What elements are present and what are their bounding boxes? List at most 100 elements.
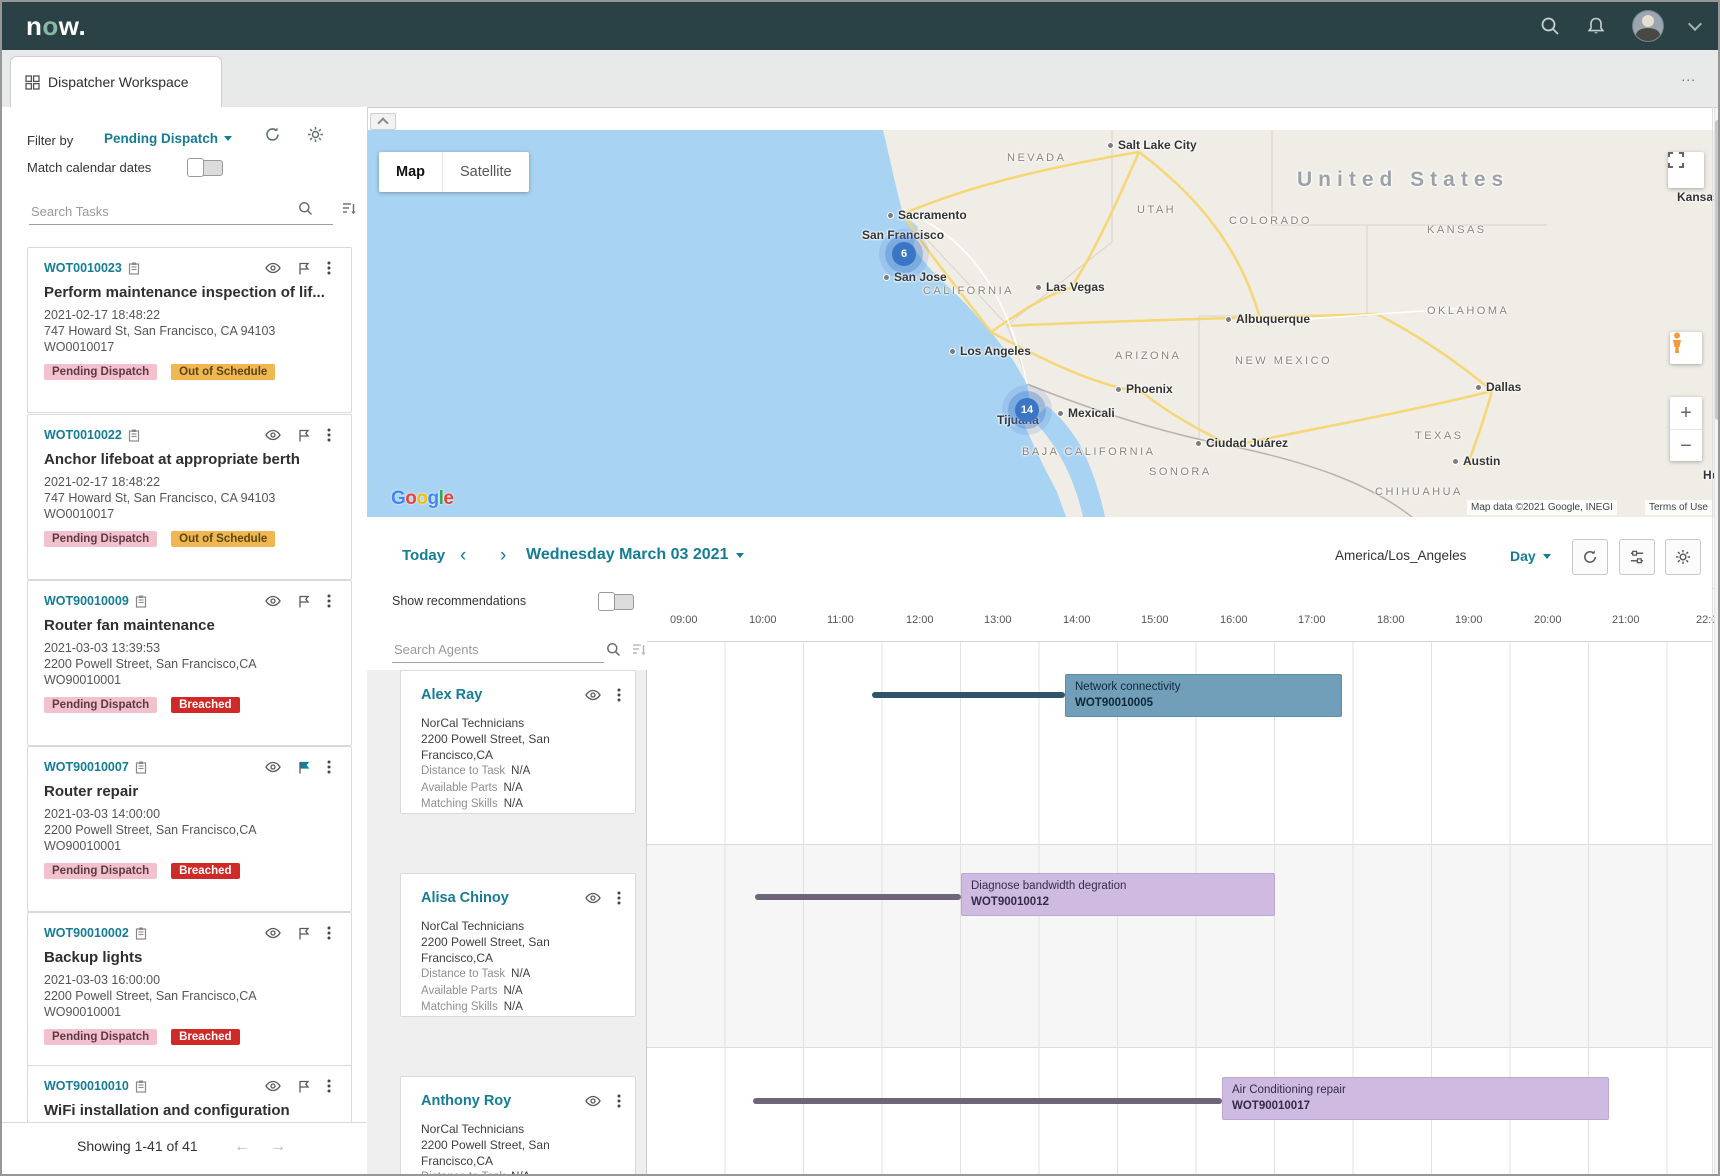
task-number-link[interactable]: WOT0010022 [44, 428, 122, 442]
agent-name-link[interactable]: Anthony Roy [421, 1093, 511, 1109]
map-label: TEXAS [1415, 430, 1464, 442]
preview-eye-icon[interactable] [585, 1095, 601, 1107]
search-icon[interactable] [1540, 16, 1560, 36]
terms-of-use-link[interactable]: Terms of Use [1645, 500, 1712, 515]
chevron-down-icon [1543, 554, 1551, 559]
notifications-bell-icon[interactable] [1586, 16, 1606, 36]
pagination-prev-icon[interactable]: ← [234, 1138, 250, 1156]
city-dot-icon [887, 212, 894, 219]
map-label: KANSAS [1427, 224, 1487, 236]
agent-field-label: Distance to Task [421, 763, 505, 780]
map-label: Dallas [1475, 380, 1521, 394]
collapse-map-chevron-icon[interactable] [370, 113, 396, 130]
kebab-menu-icon[interactable] [617, 688, 621, 702]
map-canvas[interactable]: Salt Lake City NEVADA UTAH COLORADO KANS… [367, 130, 1714, 517]
task-card[interactable]: WOT90010002 [27, 912, 352, 1078]
gear-button[interactable] [1665, 539, 1701, 575]
today-button[interactable]: Today [402, 547, 445, 564]
kebab-menu-icon[interactable] [617, 1094, 621, 1108]
fullscreen-button[interactable] [1668, 152, 1704, 188]
schedule-settings-button[interactable] [1619, 539, 1655, 575]
map-button[interactable]: Map [379, 152, 442, 192]
agent-organization: NorCal Technicians [421, 1121, 621, 1137]
prev-day-chevron-icon[interactable]: ‹ [460, 545, 466, 567]
search-agents-input[interactable] [392, 636, 604, 663]
task-card[interactable]: WOT0010022 [27, 414, 352, 580]
kebab-menu-icon[interactable] [327, 760, 331, 774]
tab-more-button[interactable]: ... [1681, 68, 1696, 84]
pagination-next-icon[interactable]: → [270, 1138, 286, 1156]
fullscreen-icon [1668, 152, 1684, 168]
task-number-link[interactable]: WOT90010002 [44, 926, 129, 940]
task-bar[interactable]: Air Conditioning repair WOT90010017 [1222, 1077, 1609, 1120]
vertical-scrollbar-thumb[interactable] [1715, 120, 1720, 420]
task-number-link[interactable]: WOT90010007 [44, 760, 129, 774]
task-number-link[interactable]: WOT90010010 [44, 1079, 129, 1093]
agent-name-link[interactable]: Alisa Chinoy [421, 890, 509, 906]
preview-eye-icon[interactable] [265, 429, 281, 441]
preview-eye-icon[interactable] [585, 689, 601, 701]
task-address: 2200 Powell Street, San Francisco,CA [44, 988, 335, 1004]
flag-icon[interactable] [298, 761, 310, 774]
status-badge: Pending Dispatch [44, 697, 157, 713]
task-card[interactable]: WOT0010023 [27, 247, 352, 413]
flag-icon[interactable] [298, 595, 310, 608]
show-recommendations-toggle[interactable] [598, 594, 634, 610]
zoom-in-button[interactable]: + [1670, 397, 1702, 429]
task-address: 2200 Powell Street, San Francisco,CA [44, 656, 335, 672]
user-avatar[interactable] [1632, 10, 1664, 42]
task-number-link[interactable]: WOT90010009 [44, 594, 129, 608]
refresh-schedule-button[interactable] [1572, 539, 1608, 575]
satellite-button[interactable]: Satellite [442, 152, 529, 192]
agent-name-link[interactable]: Alex Ray [421, 687, 482, 703]
agent-field-label: Distance to Task [421, 966, 505, 983]
task-bar[interactable]: Diagnose bandwidth degration WOT90010012 [961, 873, 1275, 916]
flag-icon[interactable] [298, 429, 310, 442]
preview-eye-icon[interactable] [265, 761, 281, 773]
map-label: Los Angeles [949, 344, 1031, 358]
kebab-menu-icon[interactable] [327, 926, 331, 940]
map-label: Sacramento [887, 208, 967, 222]
zoom-out-button[interactable]: − [1670, 429, 1702, 462]
agent-fields: Distance to TaskN/A Available PartsN/A M… [421, 1169, 621, 1176]
task-address: 747 Howard St, San Francisco, CA 94103 [44, 490, 335, 506]
preview-eye-icon[interactable] [265, 927, 281, 939]
city-dot-icon [1225, 316, 1232, 323]
flag-icon[interactable] [298, 1080, 310, 1093]
kebab-menu-icon[interactable] [327, 1079, 331, 1093]
task-record-icon [128, 429, 140, 442]
user-menu-chevron-icon[interactable] [1688, 17, 1702, 31]
view-mode-dropdown[interactable]: Day [1510, 548, 1551, 564]
task-card[interactable]: WOT90010009 [27, 580, 352, 746]
date-picker-dropdown[interactable]: Wednesday March 03 2021 [526, 546, 744, 564]
flag-icon[interactable] [298, 927, 310, 940]
next-day-chevron-icon[interactable]: › [500, 545, 506, 567]
kebab-menu-icon[interactable] [327, 428, 331, 442]
agent-card[interactable]: Anthony Roy NorCal Technicians 2200 Powe… [400, 1076, 636, 1176]
kebab-menu-icon[interactable] [617, 891, 621, 905]
status-badge: Pending Dispatch [44, 531, 157, 547]
flag-icon[interactable] [298, 262, 310, 275]
search-agents-icon[interactable] [606, 642, 621, 662]
cluster-marker[interactable]: 14 [1015, 398, 1039, 422]
cluster-marker[interactable]: 6 [892, 242, 916, 266]
task-card[interactable]: WOT90010007 [27, 746, 352, 912]
kebab-menu-icon[interactable] [327, 261, 331, 275]
task-datetime: 2021-02-17 18:48:22 [44, 307, 335, 323]
kebab-menu-icon[interactable] [327, 594, 331, 608]
preview-eye-icon[interactable] [265, 1080, 281, 1092]
status-badge: Pending Dispatch [44, 863, 157, 879]
preview-eye-icon[interactable] [265, 595, 281, 607]
task-bar[interactable]: Network connectivity WOT90010005 [1065, 674, 1342, 717]
agent-field-value: N/A [511, 1169, 530, 1176]
sort-agents-icon[interactable] [632, 642, 647, 662]
task-number-link[interactable]: WOT0010023 [44, 261, 122, 275]
task-badges: Pending DispatchOut of Schedule [44, 364, 335, 380]
agent-card[interactable]: Alex Ray NorCal Technicians 2200 Powell … [400, 670, 636, 814]
preview-eye-icon[interactable] [585, 892, 601, 904]
preview-eye-icon[interactable] [265, 262, 281, 274]
pegman-button[interactable] [1670, 332, 1702, 364]
google-logo: Google [391, 488, 453, 510]
agent-card[interactable]: Alisa Chinoy NorCal Technicians 2200 Pow… [400, 873, 636, 1017]
map-terrain [367, 130, 1714, 517]
